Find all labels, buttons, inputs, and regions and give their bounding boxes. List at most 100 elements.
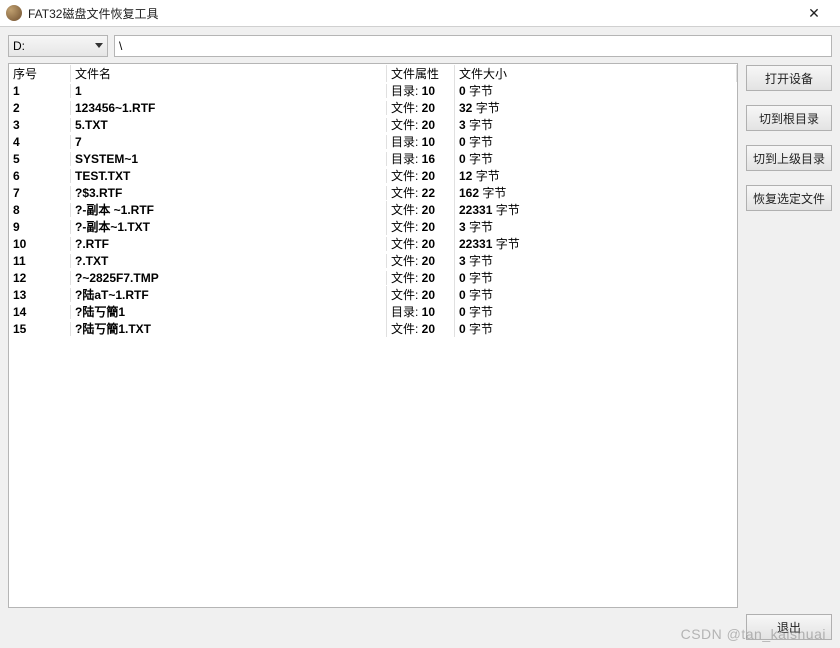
cell-index: 13: [9, 288, 71, 302]
path-input[interactable]: \: [114, 35, 832, 57]
table-row[interactable]: 7?$3.RTF文件: 22162 字节: [9, 184, 737, 201]
cell-index: 6: [9, 169, 71, 183]
cell-size: 3 字节: [455, 252, 737, 269]
col-header-index[interactable]: 序号: [9, 65, 71, 82]
table-row[interactable]: 47目录: 100 字节: [9, 133, 737, 150]
cell-index: 1: [9, 84, 71, 98]
cell-name: ?-副本 ~1.RTF: [71, 201, 387, 218]
list-body: 11目录: 100 字节2123456~1.RTF文件: 2032 字节35.T…: [9, 82, 737, 607]
goto-root-button[interactable]: 切到根目录: [746, 105, 832, 131]
cell-attr: 文件: 20: [387, 99, 455, 116]
cell-attr: 目录: 16: [387, 150, 455, 167]
cell-attr: 文件: 20: [387, 235, 455, 252]
cell-attr: 目录: 10: [387, 133, 455, 150]
cell-size: 0 字节: [455, 303, 737, 320]
col-header-size[interactable]: 文件大小: [455, 65, 737, 82]
cell-size: 12 字节: [455, 167, 737, 184]
cell-index: 5: [9, 152, 71, 166]
cell-name: 123456~1.RTF: [71, 101, 387, 115]
title-text: FAT32磁盘文件恢复工具: [28, 5, 794, 22]
cell-name: TEST.TXT: [71, 169, 387, 183]
cell-index: 14: [9, 305, 71, 319]
cell-size: 22331 字节: [455, 235, 737, 252]
cell-attr: 文件: 20: [387, 167, 455, 184]
table-row[interactable]: 11?.TXT文件: 203 字节: [9, 252, 737, 269]
cell-size: 22331 字节: [455, 201, 737, 218]
table-row[interactable]: 9?-副本~1.TXT文件: 203 字节: [9, 218, 737, 235]
col-header-attr[interactable]: 文件属性: [387, 65, 455, 82]
table-row[interactable]: 12?~2825F7.TMP文件: 200 字节: [9, 269, 737, 286]
cell-index: 2: [9, 101, 71, 115]
exit-button[interactable]: 退出: [746, 614, 832, 640]
cell-size: 32 字节: [455, 99, 737, 116]
cell-index: 3: [9, 118, 71, 132]
cell-size: 3 字节: [455, 218, 737, 235]
cell-size: 162 字节: [455, 184, 737, 201]
cell-attr: 目录: 10: [387, 82, 455, 99]
path-value: \: [119, 39, 122, 53]
cell-index: 9: [9, 220, 71, 234]
cell-attr: 文件: 20: [387, 320, 455, 337]
goto-parent-button[interactable]: 切到上级目录: [746, 145, 832, 171]
chevron-down-icon: [95, 43, 103, 48]
top-row: D: \: [8, 35, 832, 57]
cell-attr: 文件: 20: [387, 269, 455, 286]
table-row[interactable]: 14?陆丂簡1目录: 100 字节: [9, 303, 737, 320]
table-row[interactable]: 11目录: 100 字节: [9, 82, 737, 99]
cell-index: 7: [9, 186, 71, 200]
table-row[interactable]: 5SYSTEM~1目录: 160 字节: [9, 150, 737, 167]
table-row[interactable]: 35.TXT文件: 203 字节: [9, 116, 737, 133]
cell-index: 12: [9, 271, 71, 285]
cell-size: 0 字节: [455, 150, 737, 167]
recover-file-button[interactable]: 恢复选定文件: [746, 185, 832, 211]
cell-name: ?$3.RTF: [71, 186, 387, 200]
drive-select[interactable]: D:: [8, 35, 108, 57]
table-row[interactable]: 15?陆丂簡1.TXT文件: 200 字节: [9, 320, 737, 337]
cell-index: 15: [9, 322, 71, 336]
cell-size: 0 字节: [455, 269, 737, 286]
cell-attr: 文件: 20: [387, 252, 455, 269]
titlebar: FAT32磁盘文件恢复工具 ✕: [0, 0, 840, 27]
cell-attr: 文件: 22: [387, 184, 455, 201]
cell-name: 5.TXT: [71, 118, 387, 132]
table-row[interactable]: 13?陆aT~1.RTF文件: 200 字节: [9, 286, 737, 303]
cell-name: ?.TXT: [71, 254, 387, 268]
cell-attr: 文件: 20: [387, 201, 455, 218]
cell-index: 10: [9, 237, 71, 251]
client-area: D: \ 序号 文件名 文件属性 文件大小 11目录: 100 字节212345…: [0, 27, 840, 648]
cell-index: 8: [9, 203, 71, 217]
mid-row: 序号 文件名 文件属性 文件大小 11目录: 100 字节2123456~1.R…: [8, 63, 832, 608]
cell-name: 7: [71, 135, 387, 149]
col-header-name[interactable]: 文件名: [71, 65, 387, 82]
table-row[interactable]: 10?.RTF文件: 2022331 字节: [9, 235, 737, 252]
cell-name: 1: [71, 84, 387, 98]
cell-size: 0 字节: [455, 133, 737, 150]
file-list[interactable]: 序号 文件名 文件属性 文件大小 11目录: 100 字节2123456~1.R…: [8, 63, 738, 608]
cell-size: 0 字节: [455, 286, 737, 303]
cell-attr: 文件: 20: [387, 286, 455, 303]
cell-name: ?陆丂簡1: [71, 303, 387, 320]
cell-name: ?陆aT~1.RTF: [71, 286, 387, 303]
cell-name: ?-副本~1.TXT: [71, 218, 387, 235]
table-row[interactable]: 2123456~1.RTF文件: 2032 字节: [9, 99, 737, 116]
cell-name: ?~2825F7.TMP: [71, 271, 387, 285]
open-device-button[interactable]: 打开设备: [746, 65, 832, 91]
cell-index: 4: [9, 135, 71, 149]
close-button[interactable]: ✕: [794, 0, 834, 26]
table-row[interactable]: 8?-副本 ~1.RTF文件: 2022331 字节: [9, 201, 737, 218]
cell-size: 0 字节: [455, 82, 737, 99]
cell-name: ?陆丂簡1.TXT: [71, 320, 387, 337]
right-sidebar: 打开设备 切到根目录 切到上级目录 恢复选定文件: [746, 63, 832, 608]
cell-attr: 文件: 20: [387, 116, 455, 133]
cell-name: ?.RTF: [71, 237, 387, 251]
cell-name: SYSTEM~1: [71, 152, 387, 166]
cell-size: 0 字节: [455, 320, 737, 337]
drive-select-value: D:: [13, 39, 25, 53]
bottom-row: 退出: [8, 614, 832, 640]
app-icon: [6, 5, 22, 21]
table-row[interactable]: 6TEST.TXT文件: 2012 字节: [9, 167, 737, 184]
app-window: FAT32磁盘文件恢复工具 ✕ D: \ 序号 文件名 文件属性 文件大小 11…: [0, 0, 840, 648]
cell-index: 11: [9, 254, 71, 268]
cell-size: 3 字节: [455, 116, 737, 133]
list-header: 序号 文件名 文件属性 文件大小: [9, 64, 737, 82]
